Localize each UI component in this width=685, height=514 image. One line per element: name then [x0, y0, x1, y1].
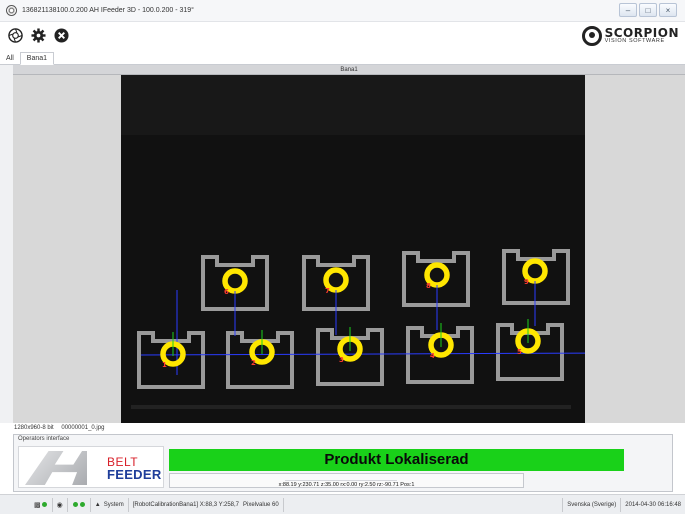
warning-icon: ▲ [94, 501, 101, 508]
system-label: System [103, 501, 124, 508]
belt-edge [131, 405, 571, 409]
status-bar-right: Svenska (Sverige) 2014-04-30 06:16:48 [562, 498, 685, 512]
status-dot [72, 502, 78, 507]
camera-image[interactable]: x678912345 [121, 75, 585, 423]
calibration-text: [RobotCalibrationBana1] X:88,3 Y:258,7 [132, 501, 240, 508]
status-dot [79, 502, 85, 507]
detected-part-top-label: 9 [524, 278, 529, 286]
window-controls: – □ × [619, 3, 677, 17]
image-info-bar: 1280x960-8 bit 00000001_0.jpg [14, 424, 685, 432]
tab-bana1[interactable]: Bana1 [19, 52, 55, 65]
window-title: 136821138100.0.200 AH IFeeder 3D - 100.0… [22, 7, 194, 14]
coordinate-field-divider [285, 474, 397, 481]
pixel-format: 1280x960-8 bit [14, 425, 54, 431]
connection-indicator: ▩ [30, 497, 53, 512]
app-icon [6, 5, 17, 16]
operators-interface: Operators interface BELT FEEDER Produkt … [13, 434, 673, 492]
title-bar: 136821138100.0.200 AH IFeeder 3D - 100.0… [0, 0, 685, 22]
locale: Svenska (Sverige) [562, 498, 620, 512]
camera-scene: x678912345 [121, 75, 585, 423]
detected-part-bottom-label: 1 [162, 361, 167, 369]
maximize-button[interactable]: □ [639, 3, 657, 17]
camera-indicator: ◉ [53, 497, 68, 512]
datetime: 2014-04-30 06:16:48 [620, 498, 685, 512]
camera-shutter-icon[interactable] [7, 27, 23, 43]
image-file-name: 00000001_0.jpg [61, 425, 105, 431]
view-header: Bana1 [13, 65, 685, 75]
coordinate-text: x:88.19 y:230.71 z:35.00 rx:0.00 ry:2.50… [278, 482, 415, 488]
image-view[interactable]: x678912345 [13, 75, 685, 423]
camera-icon: ◉ [56, 501, 63, 509]
detected-part-top-label: 6 [224, 288, 229, 296]
system-indicators [68, 497, 91, 512]
network-icon: ▩ [34, 501, 41, 509]
left-panel-edge [0, 65, 13, 423]
tab-all[interactable]: All [0, 53, 20, 64]
status-bar: ▩ ◉ ▲ System [RobotCalibrationBana1] X:8… [0, 494, 685, 514]
gear-icon[interactable] [30, 27, 46, 43]
ah-logo-mark [25, 451, 87, 485]
detected-part-top-label: 8 [426, 282, 431, 290]
operators-label: Operators interface [18, 436, 70, 442]
status-banner: Produkt Lokaliserad [169, 449, 624, 471]
brand-word-feeder: FEEDER [107, 467, 162, 482]
camera-top-shade [121, 75, 585, 135]
detected-part-bottom-label: 5 [517, 348, 522, 356]
calibration-info: [RobotCalibrationBana1] X:88,3 Y:258,7 P… [129, 497, 284, 512]
status-dot [41, 502, 47, 507]
detected-part-bottom-label: 3 [339, 356, 344, 364]
detected-part-bottom-label: 2 [251, 359, 256, 367]
beltfeeder-logo: BELT FEEDER [18, 446, 164, 488]
scorpion-logo: SCORPION VISION SOFTWARE [581, 26, 679, 46]
system-status[interactable]: ▲ System [91, 497, 129, 512]
detected-part-top-label: 7 [325, 287, 330, 295]
minimize-button[interactable]: – [619, 3, 637, 17]
close-window-button[interactable]: × [659, 3, 677, 17]
tab-row: All Bana1 [0, 50, 685, 65]
scorpion-logo-icon [581, 26, 602, 46]
coordinate-readout: x:88.19 y:230.71 z:35.00 rx:0.00 ry:2.50… [169, 473, 524, 488]
logo-subtitle: VISION SOFTWARE [604, 38, 665, 45]
close-circle-icon[interactable] [53, 27, 69, 43]
pixel-value: Pixelvalue 60 [243, 501, 279, 508]
detected-part-bottom-label: 4 [430, 352, 435, 360]
